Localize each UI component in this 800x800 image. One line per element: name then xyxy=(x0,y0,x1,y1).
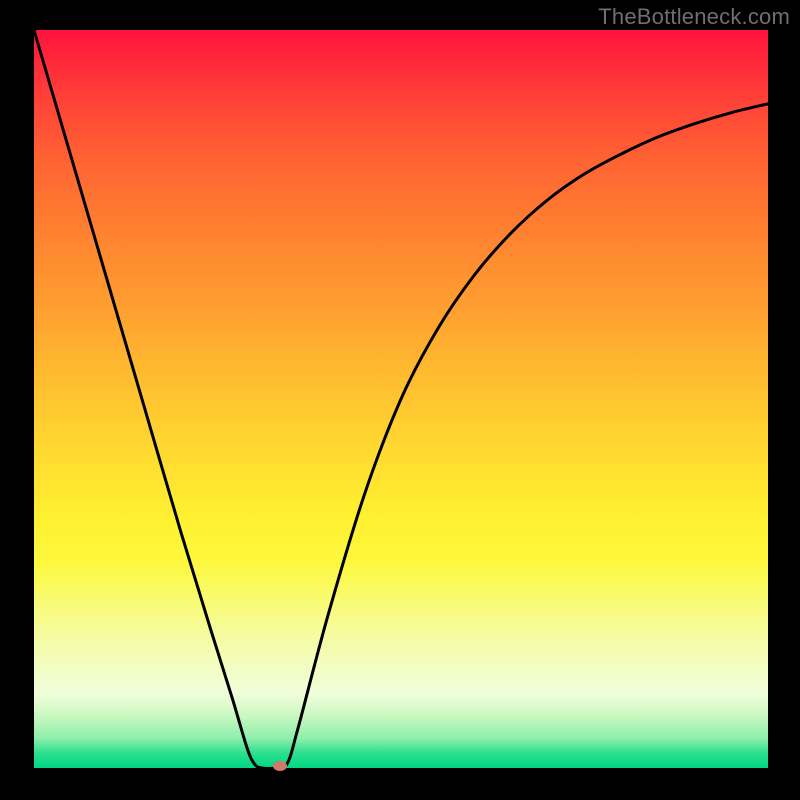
bottleneck-curve xyxy=(34,30,768,768)
watermark-text: TheBottleneck.com xyxy=(598,4,790,30)
chart-frame: TheBottleneck.com xyxy=(0,0,800,800)
optimal-marker xyxy=(273,761,287,771)
plot-area xyxy=(34,30,768,768)
